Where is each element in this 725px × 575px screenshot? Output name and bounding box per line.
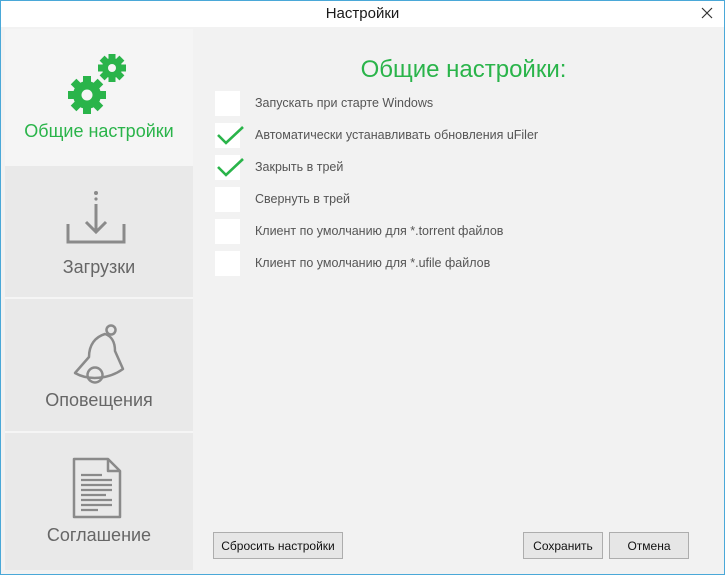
option-label: Автоматически устанавливать обновления u… bbox=[255, 128, 539, 142]
checkbox[interactable] bbox=[215, 123, 244, 148]
option-close-to-tray[interactable]: Закрыть в трей bbox=[215, 155, 695, 181]
option-run-at-startup[interactable]: Запускать при старте Windows bbox=[215, 91, 695, 117]
document-icon bbox=[72, 457, 122, 519]
settings-window: Настройки Общие настройки Загрузки Опове… bbox=[0, 0, 725, 575]
sidebar-item-general[interactable]: Общие настройки bbox=[5, 29, 193, 164]
checkbox[interactable] bbox=[215, 155, 244, 180]
gears-icon bbox=[68, 54, 126, 114]
option-label: Клиент по умолчанию для *.ufile файлов bbox=[255, 256, 491, 270]
sidebar: Общие настройки Загрузки Оповещения Согл… bbox=[5, 29, 193, 570]
option-default-torrent[interactable]: Клиент по умолчанию для *.torrent файлов bbox=[215, 219, 695, 245]
cancel-button[interactable]: Отмена bbox=[609, 532, 689, 559]
option-label: Закрыть в трей bbox=[255, 160, 344, 174]
option-label: Свернуть в трей bbox=[255, 192, 351, 206]
sidebar-item-label: Загрузки bbox=[62, 257, 136, 277]
settings-content: Общие настройки: Запускать при старте Wi… bbox=[195, 29, 722, 570]
sidebar-item-agreement[interactable]: Соглашение bbox=[5, 433, 193, 570]
sidebar-item-label: Соглашение bbox=[46, 525, 152, 545]
checkmark-icon bbox=[217, 126, 244, 145]
title-bar: Настройки bbox=[1, 1, 724, 27]
checkmark-icon bbox=[217, 158, 244, 177]
checkbox[interactable] bbox=[215, 91, 240, 116]
option-minimize-to-tray[interactable]: Свернуть в трей bbox=[215, 187, 695, 213]
sidebar-item-label: Общие настройки bbox=[24, 121, 174, 141]
option-auto-update[interactable]: Автоматически устанавливать обновления u… bbox=[215, 123, 695, 149]
checkbox[interactable] bbox=[215, 187, 240, 212]
page-title: Общие настройки: bbox=[360, 56, 567, 83]
checkbox[interactable] bbox=[215, 219, 240, 244]
close-icon bbox=[701, 7, 713, 19]
download-icon bbox=[66, 191, 126, 244]
checkbox[interactable] bbox=[215, 251, 240, 276]
option-label: Запускать при старте Windows bbox=[255, 96, 434, 110]
sidebar-item-label: Оповещения bbox=[45, 390, 153, 410]
save-button[interactable]: Сохранить bbox=[523, 532, 603, 559]
option-label: Клиент по умолчанию для *.torrent файлов bbox=[255, 224, 504, 238]
window-title: Настройки bbox=[325, 5, 400, 22]
sidebar-item-notifications[interactable]: Оповещения bbox=[5, 299, 193, 431]
sidebar-item-downloads[interactable]: Загрузки bbox=[5, 166, 193, 297]
close-button[interactable] bbox=[696, 3, 718, 23]
reset-settings-button[interactable]: Сбросить настройки bbox=[213, 532, 343, 559]
bell-icon bbox=[73, 324, 125, 384]
option-default-ufile[interactable]: Клиент по умолчанию для *.ufile файлов bbox=[215, 251, 695, 277]
